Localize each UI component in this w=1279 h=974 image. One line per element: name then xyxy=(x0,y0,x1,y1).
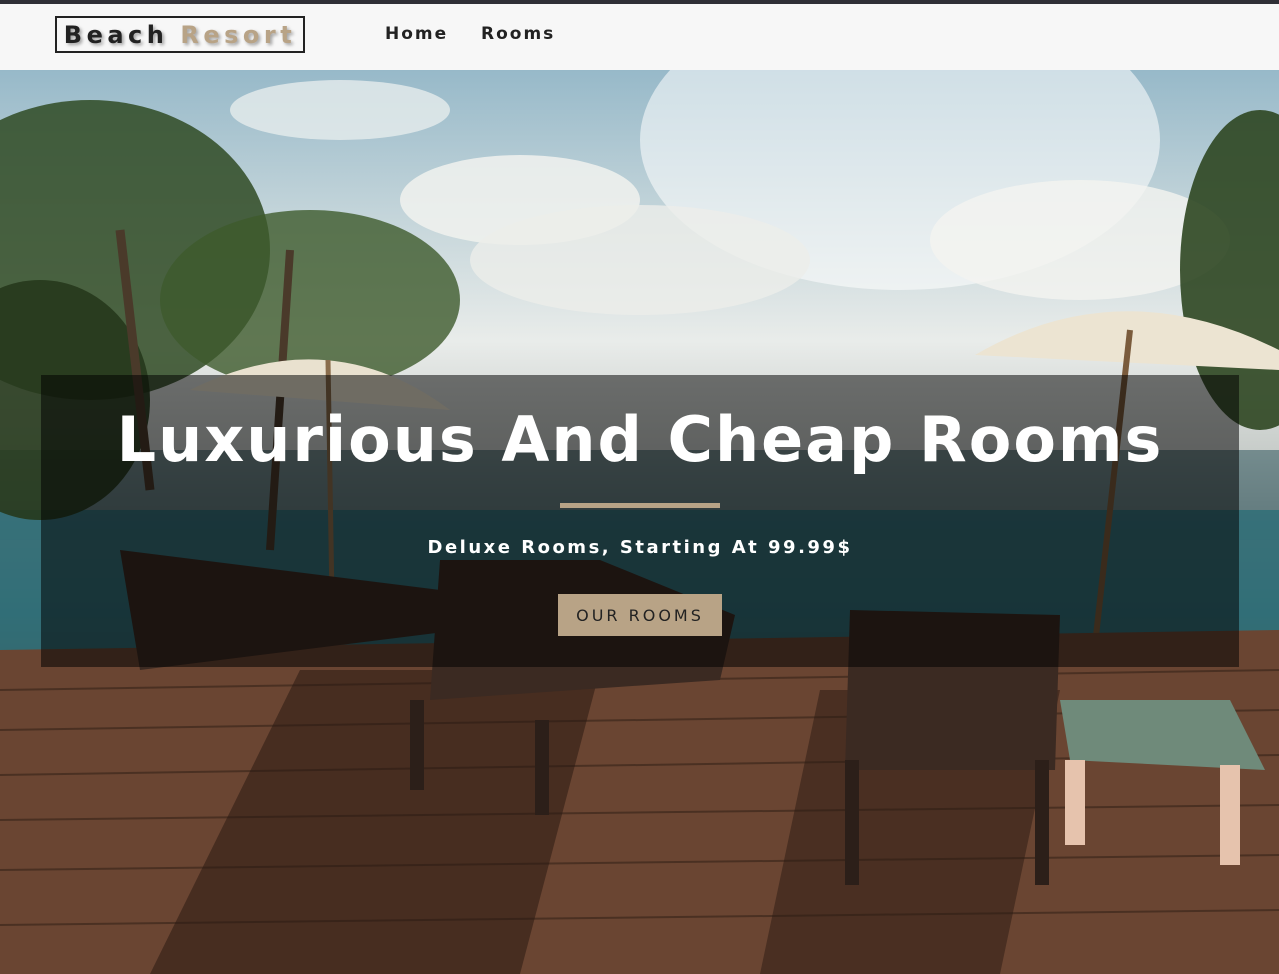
hero-banner: Luxurious And Cheap Rooms Deluxe Rooms, … xyxy=(41,375,1239,667)
our-rooms-button[interactable]: OUR ROOMS xyxy=(558,594,722,636)
logo-word-beach: Beach xyxy=(63,20,169,49)
hero-divider xyxy=(560,503,720,508)
logo[interactable]: Beach Resort xyxy=(55,16,305,53)
hero-title: Luxurious And Cheap Rooms xyxy=(116,403,1164,476)
navbar: Beach Resort Home Rooms xyxy=(0,4,1279,70)
hero-section: Luxurious And Cheap Rooms Deluxe Rooms, … xyxy=(0,70,1279,974)
hero-subtitle: Deluxe Rooms, Starting At 99.99$ xyxy=(427,537,853,558)
logo-word-resort: Resort xyxy=(180,20,297,49)
nav-link-rooms[interactable]: Rooms xyxy=(481,24,555,44)
nav-link-home[interactable]: Home xyxy=(385,24,448,44)
